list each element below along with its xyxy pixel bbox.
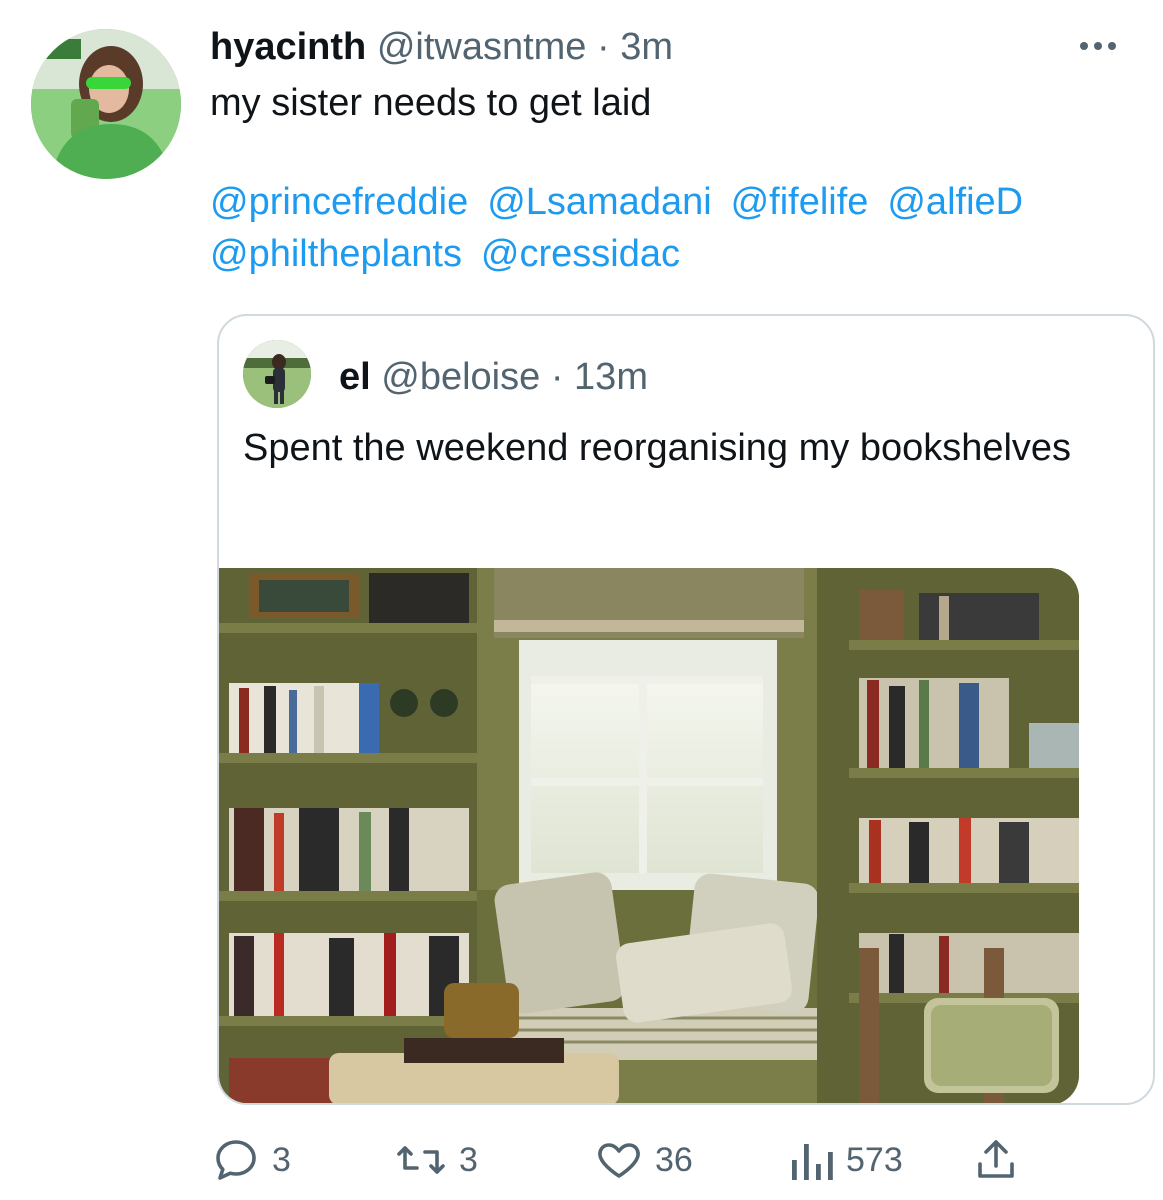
dot	[1094, 42, 1102, 50]
mention-link[interactable]: @fifelife	[731, 181, 869, 223]
mention-link[interactable]: @alfieD	[887, 181, 1023, 223]
heart-icon	[598, 1143, 640, 1178]
quoted-author-avatar[interactable]	[243, 340, 311, 408]
mention-list: @princefreddie @Lsamadani @fifelife @alf…	[210, 176, 1140, 280]
avatar-photo-icon	[31, 29, 181, 179]
header-separator: ·	[597, 26, 610, 68]
mention-link[interactable]: @princefreddie	[210, 181, 468, 223]
quoted-tweet-image[interactable]	[219, 568, 1079, 1103]
more-options-icon[interactable]	[1080, 36, 1120, 56]
quoted-tweet-text: Spent the weekend reorganising my booksh…	[243, 427, 1072, 469]
retweet-button[interactable]: 3	[395, 1130, 478, 1190]
bookshelves-photo-icon	[219, 568, 1079, 1103]
author-handle[interactable]: @itwasntme	[377, 26, 587, 68]
tweet-header: hyacinth @itwasntme · 3m	[210, 22, 673, 72]
quoted-separator: ·	[550, 356, 564, 398]
quoted-tweet-card[interactable]: el @beloise · 13m Spent the weekend reor…	[217, 314, 1155, 1105]
views-count: 573	[846, 1140, 903, 1179]
quoted-author-name[interactable]: el	[339, 356, 371, 398]
like-button[interactable]: 36	[595, 1130, 693, 1190]
reply-count: 3	[272, 1140, 291, 1179]
mention-link[interactable]: @Lsamadani	[487, 181, 711, 223]
dot	[1108, 42, 1116, 50]
tweet-actions-bar: 3 3 36 573	[0, 1130, 1163, 1190]
reply-button[interactable]: 3	[212, 1130, 291, 1190]
quoted-avatar-photo-icon	[243, 340, 311, 408]
like-count: 36	[655, 1140, 693, 1179]
mention-link[interactable]: @cressidac	[481, 233, 680, 275]
share-icon	[978, 1140, 1014, 1178]
mention-link[interactable]: @philtheplants	[210, 233, 462, 275]
author-avatar[interactable]	[31, 29, 181, 179]
views-bar-chart-icon	[792, 1144, 833, 1180]
share-button[interactable]	[972, 1130, 1020, 1190]
author-name[interactable]: hyacinth	[210, 26, 366, 68]
tweet-text: my sister needs to get laid	[210, 82, 652, 124]
dot	[1080, 42, 1088, 50]
views-button[interactable]: 573	[788, 1130, 903, 1190]
retweet-count: 3	[459, 1140, 478, 1179]
quoted-author-handle[interactable]: @beloise	[381, 356, 540, 398]
reply-icon	[216, 1140, 256, 1180]
retweet-icon	[397, 1146, 445, 1174]
quoted-time[interactable]: 13m	[574, 356, 648, 398]
quoted-tweet-header: el @beloise · 13m	[339, 352, 648, 402]
tweet-time[interactable]: 3m	[620, 26, 673, 68]
